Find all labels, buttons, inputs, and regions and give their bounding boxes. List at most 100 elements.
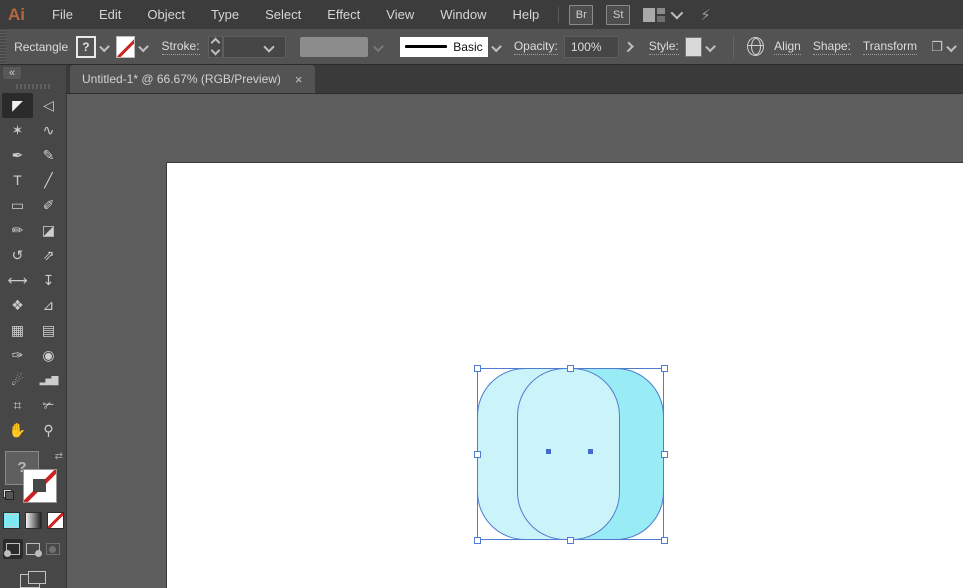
stroke-dropdown-chevron-icon[interactable] [138, 41, 150, 52]
default-fill-stroke-icon[interactable] [3, 489, 14, 501]
menu-item-type[interactable]: Type [198, 0, 252, 29]
graphic-styles-panel-button[interactable]: St [606, 4, 631, 25]
stroke-proxy-none[interactable] [23, 468, 57, 503]
menu-item-select[interactable]: Select [252, 0, 314, 29]
brush-definition-dropdown[interactable]: Basic [400, 36, 488, 57]
selection-handle-sw[interactable] [474, 537, 481, 544]
menu-item-object[interactable]: Object [134, 0, 198, 29]
stroke-width-combo[interactable] [222, 35, 287, 58]
color-button[interactable] [2, 512, 20, 530]
width-tool[interactable]: ⟷ [2, 268, 33, 293]
stroke-color-none-swatch[interactable] [115, 35, 136, 58]
gpu-performance-icon[interactable]: ⚡ [700, 6, 711, 24]
eyedropper-tool[interactable]: ✑ [2, 343, 33, 368]
brush-name: Basic [453, 39, 483, 54]
menu-item-effect[interactable]: Effect [314, 0, 373, 29]
gradient-button[interactable] [24, 512, 42, 530]
blend-tool[interactable]: ◉ [33, 343, 64, 368]
hand-tool[interactable]: ✋ [2, 418, 33, 443]
selection-handle-e[interactable] [661, 451, 668, 458]
isolate-selected-object-icon[interactable]: ❐ [931, 39, 943, 55]
selection-handle-w[interactable] [474, 451, 481, 458]
swap-fill-stroke-icon[interactable]: ⇄ [55, 451, 63, 462]
style-label[interactable]: Style: [648, 39, 679, 55]
pencil-tool[interactable]: ✏ [2, 218, 33, 243]
tools-grid: ◤ ◁ ✶ ∿ ✒ ✎ T ╱ ▭ ✐ ✏ ◪ ↺ ⇗ ⟷ ↧ ❖ ⊿ ▦ ▤ ✑ ◉ ☄ ▂▅▇ ⌗ ✃ ✋ ⚲ [2, 92, 64, 443]
fill-color-swatch[interactable]: ? [76, 35, 96, 58]
document-tab-title: Untitled-1* @ 66.67% (RGB/Preview) [82, 72, 281, 86]
graphic-style-swatch[interactable] [684, 36, 703, 57]
selection-handle-s[interactable] [567, 537, 574, 544]
direct-selection-tool[interactable]: ◁ [33, 93, 64, 118]
slice-tool[interactable]: ✃ [33, 393, 64, 418]
style-chevron-icon[interactable] [705, 41, 717, 52]
stroke-label[interactable]: Stroke: [161, 39, 200, 55]
menu-item-window[interactable]: Window [427, 0, 499, 29]
type-tool[interactable]: T [2, 168, 33, 193]
chevron-down-icon [263, 40, 276, 53]
tools-panel-grip[interactable] [16, 84, 50, 89]
eraser-tool[interactable]: ◪ [33, 218, 64, 243]
draw-inside-button[interactable] [43, 539, 63, 559]
draw-normal-button[interactable] [3, 539, 23, 560]
perspective-grid-tool[interactable]: ⊿ [33, 293, 64, 318]
brushes-panel-button[interactable]: Br [569, 4, 594, 25]
align-link[interactable]: Align [774, 39, 801, 55]
artboard-tool[interactable]: ⌗ [2, 393, 33, 418]
options-chevron-icon[interactable] [946, 41, 957, 52]
symbol-sprayer-tool[interactable]: ☄ [2, 368, 33, 393]
change-screen-mode-icon[interactable] [20, 571, 46, 588]
menu-item-view[interactable]: View [373, 0, 427, 29]
magic-wand-tool[interactable]: ✶ [2, 118, 33, 143]
collapse-panel-icon[interactable]: « [3, 67, 21, 80]
column-graph-tool[interactable]: ▂▅▇ [33, 368, 64, 393]
brush-chevron-icon[interactable] [490, 41, 502, 52]
puppet-warp-tool[interactable]: ↧ [33, 268, 64, 293]
canvas-area[interactable] [66, 93, 963, 588]
selection-handle-n[interactable] [567, 365, 574, 372]
shape-link[interactable]: Shape: [812, 39, 851, 55]
paintbrush-tool[interactable]: ✐ [33, 193, 64, 218]
recolor-artwork-icon[interactable] [747, 37, 765, 56]
selection-bounding-box[interactable] [477, 368, 664, 540]
mesh-tool[interactable]: ▦ [2, 318, 33, 343]
opacity-label[interactable]: Opacity: [513, 39, 558, 55]
close-icon[interactable]: × [295, 72, 303, 87]
transform-link[interactable]: Transform [862, 39, 918, 55]
curvature-tool[interactable]: ✎ [33, 143, 64, 168]
menu-item-file[interactable]: File [39, 0, 86, 29]
fill-stroke-indicator: ? ⇄ [3, 450, 63, 505]
shape-builder-tool[interactable]: ❖ [2, 293, 33, 318]
control-bar-grip[interactable] [0, 29, 7, 64]
zoom-tool[interactable]: ⚲ [33, 418, 64, 443]
document-tab[interactable]: Untitled-1* @ 66.67% (RGB/Preview) × [70, 65, 315, 93]
selection-tool[interactable]: ◤ [2, 92, 33, 118]
rectangle-tool[interactable]: ▭ [2, 193, 33, 218]
document-tab-bar: Untitled-1* @ 66.67% (RGB/Preview) × [66, 64, 963, 94]
rotate-tool[interactable]: ↺ [2, 243, 33, 268]
pen-tool[interactable]: ✒ [2, 143, 33, 168]
opacity-input[interactable]: 100% [563, 35, 620, 58]
line-segment-tool[interactable]: ╱ [33, 168, 64, 193]
control-bar-divider [732, 35, 734, 58]
selection-handle-se[interactable] [661, 537, 668, 544]
scale-tool[interactable]: ⇗ [33, 243, 64, 268]
shape-center-point-front[interactable] [546, 449, 551, 454]
gradient-tool[interactable]: ▤ [33, 318, 64, 343]
variable-width-profile-dropdown [300, 36, 369, 57]
menu-bar: Ai File Edit Object Type Select Effect View Win… [0, 0, 963, 29]
stroke-width-stepper[interactable] [207, 35, 223, 58]
drawing-modes-row [3, 539, 63, 560]
workspace-switcher-icon[interactable] [643, 7, 666, 22]
draw-behind-button[interactable] [23, 539, 43, 559]
shape-center-point-back[interactable] [588, 449, 593, 454]
menu-item-edit[interactable]: Edit [86, 0, 134, 29]
opacity-expand-arrow-icon[interactable] [623, 41, 635, 52]
selection-handle-ne[interactable] [661, 365, 668, 372]
menu-item-help[interactable]: Help [499, 0, 552, 29]
selection-handle-nw[interactable] [474, 365, 481, 372]
lasso-tool[interactable]: ∿ [33, 118, 64, 143]
chevron-down-icon[interactable] [670, 6, 684, 20]
fill-dropdown-chevron-icon[interactable] [98, 41, 110, 52]
none-button[interactable] [46, 512, 64, 530]
